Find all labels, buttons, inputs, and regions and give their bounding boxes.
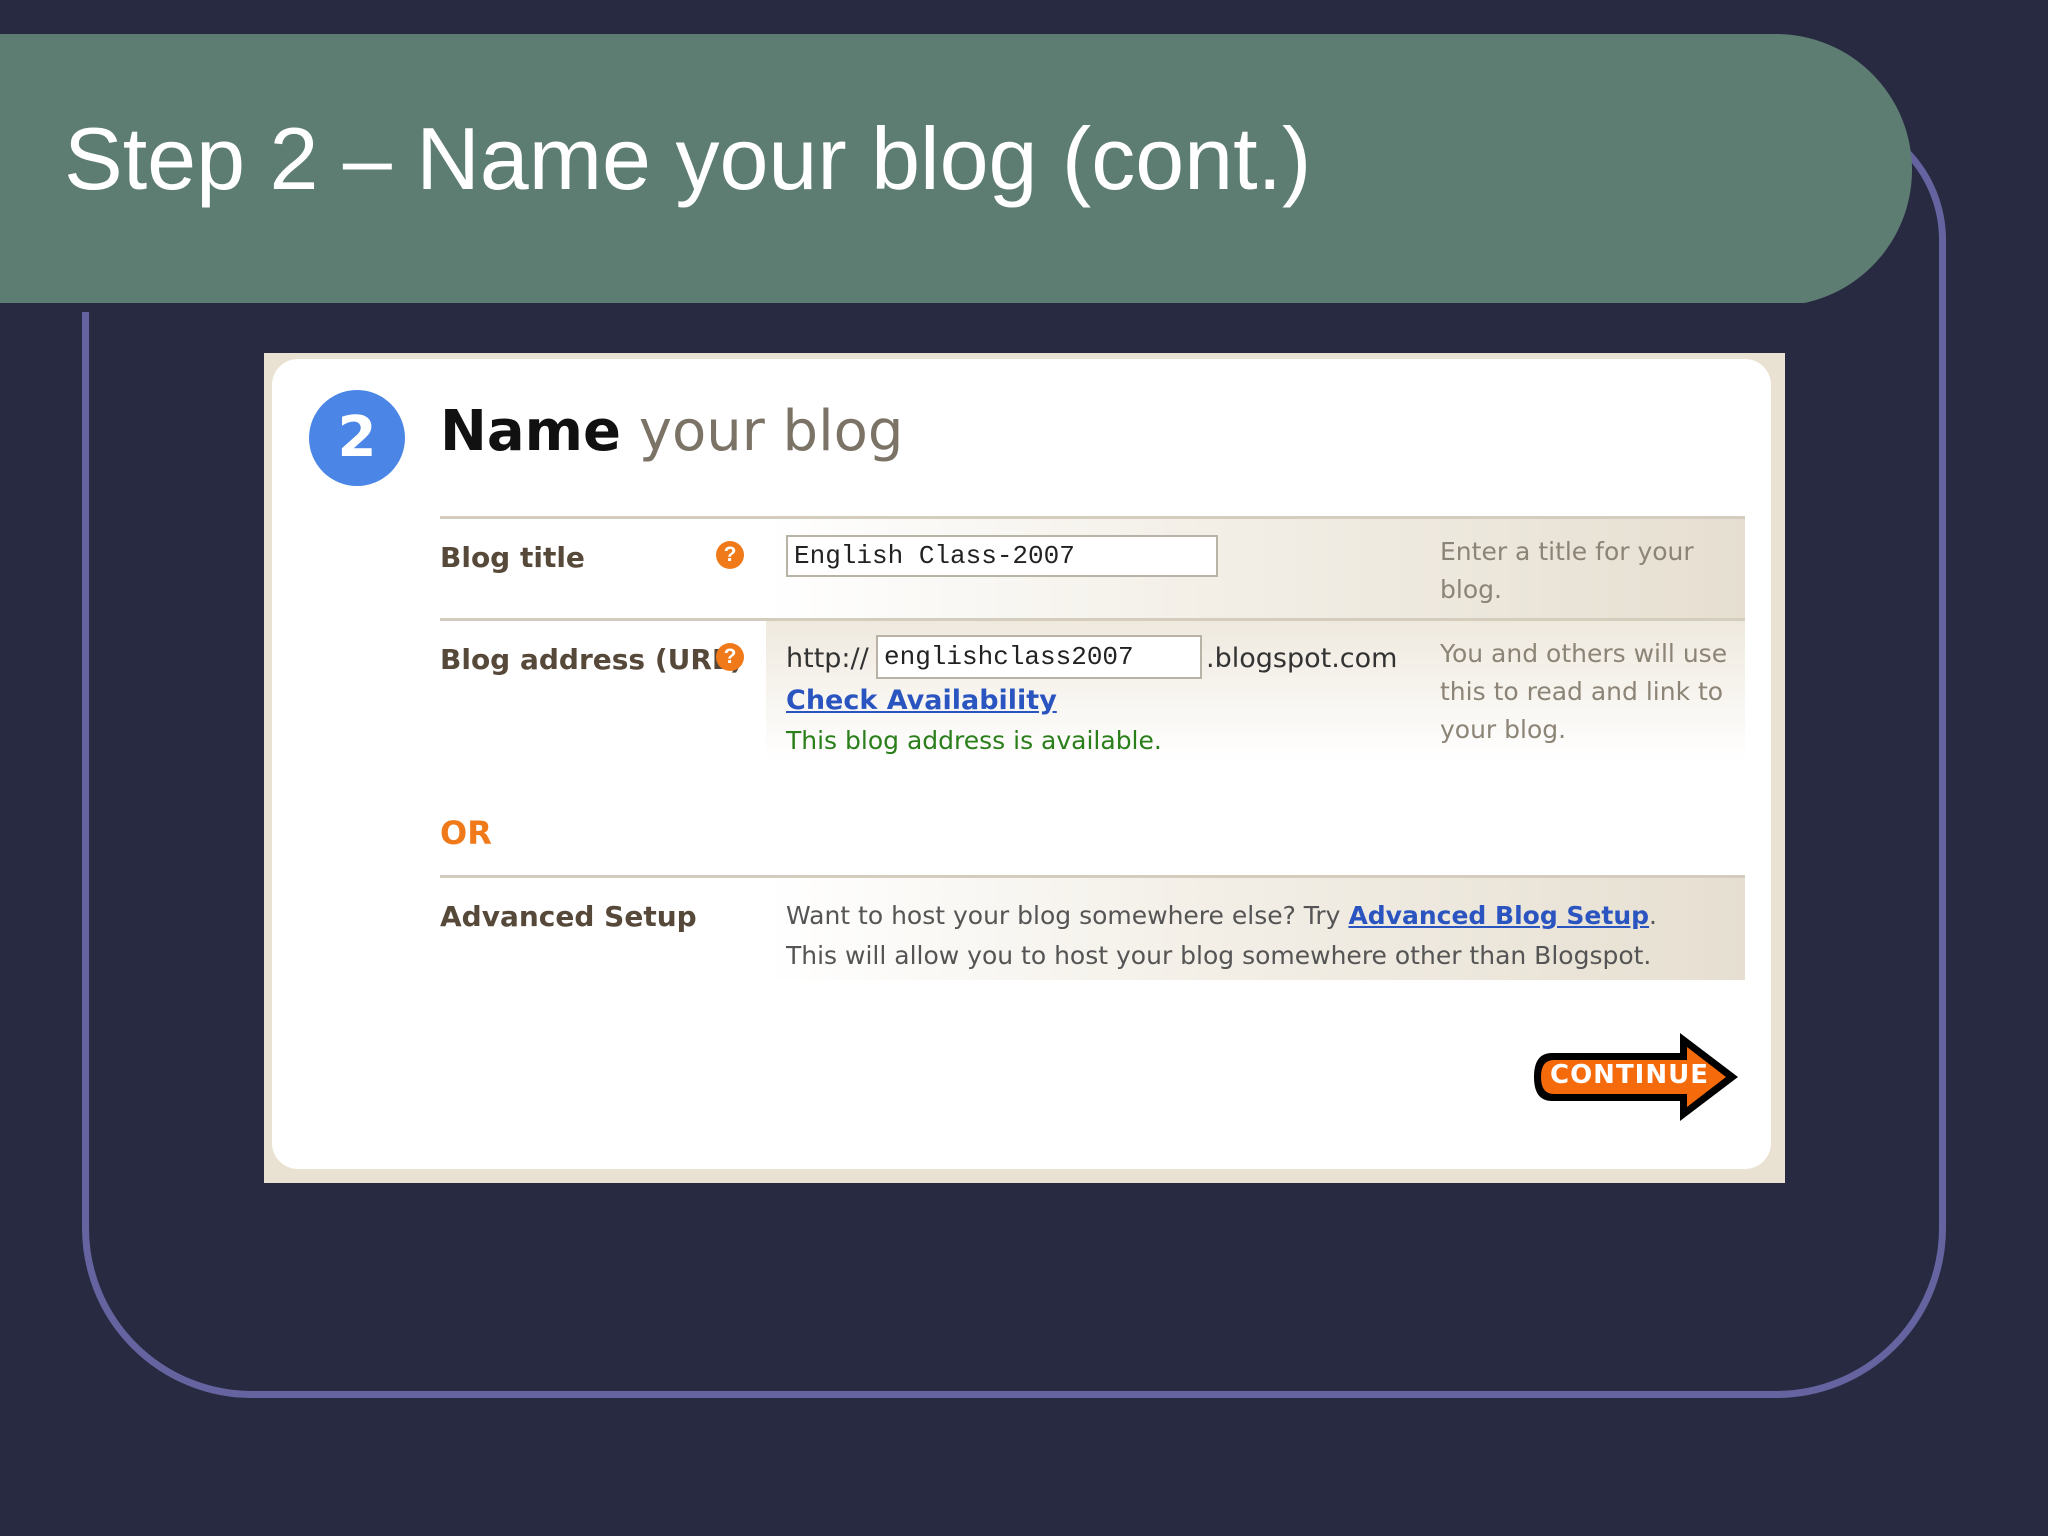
heading-strong: Name <box>440 399 621 464</box>
blog-address-hint: You and others will use this to read and… <box>1440 639 1728 744</box>
heading-soft: your blog <box>638 399 904 464</box>
advanced-setup-row: Advanced Setup Want to host your blog so… <box>440 875 1745 980</box>
title-underline <box>0 303 1810 312</box>
blog-address-row: Blog address (URL) ? http:// .blogspot.c… <box>440 618 1745 761</box>
blog-title-hint: Enter a title for your blog. <box>1440 537 1694 604</box>
blogger-screenshot: 2 Name your blog Blog title ? Enter a ti… <box>264 353 1785 1183</box>
panel-heading: Name your blog <box>440 399 903 464</box>
continue-label: CONTINUE <box>1550 1060 1709 1090</box>
slide-title: Step 2 – Name your blog (cont.) <box>64 109 1312 208</box>
advanced-setup-text: Want to host your blog somewhere else? T… <box>786 896 1706 976</box>
continue-button[interactable]: CONTINUE <box>1530 1029 1742 1125</box>
blog-title-label: Blog title <box>440 541 585 574</box>
blog-title-input[interactable] <box>786 535 1218 577</box>
advanced-text-before: Want to host your blog somewhere else? T… <box>786 901 1349 930</box>
blog-title-row: Blog title ? Enter a title for your blog… <box>440 516 1745 621</box>
help-icon[interactable]: ? <box>716 643 744 671</box>
or-separator: OR <box>440 814 492 852</box>
advanced-blog-setup-link[interactable]: Advanced Blog Setup <box>1348 901 1649 930</box>
url-suffix: .blogspot.com <box>1206 643 1398 674</box>
help-icon[interactable]: ? <box>716 541 744 569</box>
advanced-setup-label: Advanced Setup <box>440 900 697 933</box>
blog-address-label: Blog address (URL) <box>440 643 743 676</box>
name-blog-panel: 2 Name your blog Blog title ? Enter a ti… <box>272 359 1771 1169</box>
blog-address-input[interactable] <box>876 635 1202 679</box>
check-availability-link[interactable]: Check Availability <box>786 685 1057 716</box>
url-prefix: http:// <box>786 643 869 674</box>
availability-status: This blog address is available. <box>786 726 1162 755</box>
step-number-badge: 2 <box>309 390 405 486</box>
